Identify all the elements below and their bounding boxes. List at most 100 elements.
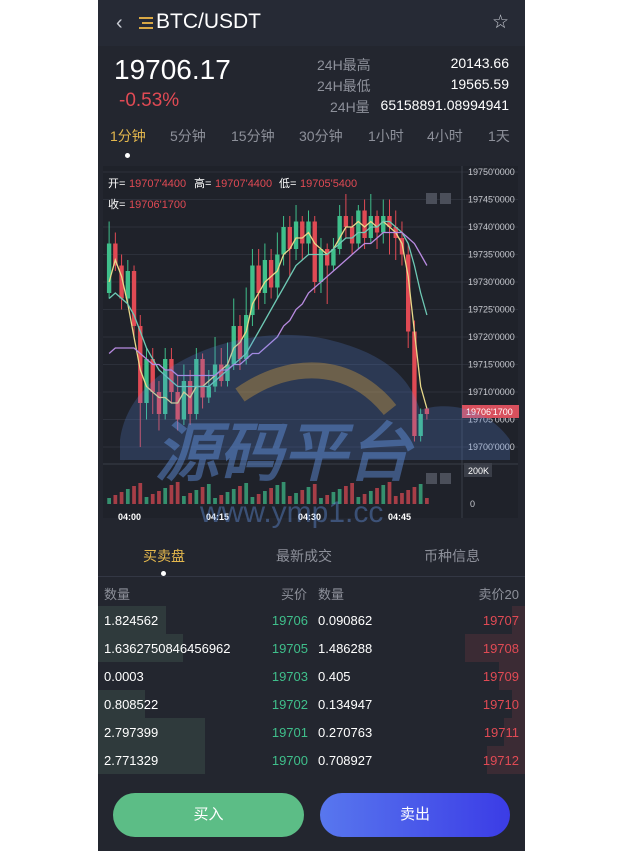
volume-bar xyxy=(138,483,143,504)
bid-qty: 2.771329 xyxy=(104,753,159,768)
menu-icon[interactable] xyxy=(139,17,153,29)
volume-bar xyxy=(219,495,224,504)
tab-5min[interactable]: 5分钟 xyxy=(170,126,206,146)
tab-1hour[interactable]: 1小时 xyxy=(368,126,404,146)
volume-bar xyxy=(175,482,180,504)
volume-bar xyxy=(182,496,186,504)
tab-coin-info[interactable]: 币种信息 xyxy=(424,546,480,566)
high-label: 24H最高 xyxy=(317,57,371,73)
volume-bar xyxy=(306,487,311,504)
tab-latest-trades[interactable]: 最新成交 xyxy=(276,546,332,566)
volume-bar xyxy=(169,485,174,504)
candle-body xyxy=(362,210,367,238)
active-tab-dot xyxy=(125,153,130,158)
candle-body xyxy=(262,260,268,293)
chart-settings-icon[interactable] xyxy=(426,193,437,204)
ask-qty: 0.708927 xyxy=(318,753,373,768)
bid-price: 19703 xyxy=(271,669,308,684)
bid-qty: 1.824562 xyxy=(104,613,159,628)
candle-body xyxy=(331,249,336,266)
volume-bar xyxy=(375,488,379,504)
orderbook-row[interactable]: 1.6362750846456962 19705 1.486288 19708 xyxy=(98,634,525,662)
bid-price: 19700 xyxy=(271,753,308,768)
low-label: 24H最低 xyxy=(317,78,371,94)
legend-close-value: 19706'1700 xyxy=(129,199,186,211)
indicator-settings-icon[interactable] xyxy=(426,473,437,484)
orderbook-row[interactable]: 1.824562 19706 0.090862 19707 xyxy=(98,606,525,634)
orderbook-row[interactable]: 0.0003 19703 0.405 19709 xyxy=(98,662,525,690)
volume-bar xyxy=(331,492,336,504)
volume-bar xyxy=(194,490,199,504)
y-tick-label: 19740'0000 xyxy=(468,222,515,232)
ask-qty: 0.405 xyxy=(318,669,351,684)
orderbook-divider xyxy=(98,576,525,577)
candle-body xyxy=(349,227,355,244)
legend-open-value: 19707'4400 xyxy=(129,178,186,190)
volume-bar xyxy=(281,482,286,504)
volume-bar xyxy=(213,498,217,504)
chevron-left-icon[interactable]: ‹ xyxy=(116,13,123,33)
candle-body xyxy=(206,386,211,398)
bid-price: 19702 xyxy=(271,697,308,712)
volume-bar xyxy=(350,483,354,504)
pair-title: BTC/USDT xyxy=(156,10,261,33)
ask-qty: 1.486288 xyxy=(318,641,373,656)
tab-orderbook[interactable]: 买卖盘 xyxy=(143,546,185,566)
candle-body xyxy=(163,359,168,414)
tab-1day[interactable]: 1天 xyxy=(488,126,510,146)
y-tick-label: 19750'0000 xyxy=(468,167,515,177)
ask-price: 19709 xyxy=(482,669,519,684)
ask-price: 19708 xyxy=(482,641,519,656)
volume-bar xyxy=(231,489,236,504)
ask-price: 19710 xyxy=(482,697,519,712)
ask-price: 19707 xyxy=(482,613,519,628)
tab-15min[interactable]: 15分钟 xyxy=(231,126,275,146)
orderbook-row[interactable]: 2.797399 19701 0.270763 19711 xyxy=(98,718,525,746)
high-value: 20143.66 xyxy=(450,55,509,71)
legend-open-label: 开= xyxy=(108,178,125,190)
sell-button[interactable]: 卖出 xyxy=(320,793,510,837)
orderbook-row[interactable]: 0.808522 19702 0.134947 19710 xyxy=(98,690,525,718)
volume-bar xyxy=(119,492,124,504)
price-tag: 19706'1700 xyxy=(462,405,519,418)
legend-low-value: 19705'5400 xyxy=(300,178,357,190)
x-tick-label: 04:30 xyxy=(298,512,321,522)
tab-1min[interactable]: 1分钟 xyxy=(110,126,146,146)
candle-body xyxy=(343,216,349,227)
star-icon[interactable]: ☆ xyxy=(492,11,509,34)
candle-body xyxy=(356,210,361,244)
x-tick-label: 04:15 xyxy=(206,512,229,522)
ask-qty: 0.134947 xyxy=(318,697,373,712)
price-tag-text: 19706'1700 xyxy=(466,407,513,417)
volume-bar xyxy=(163,488,168,504)
x-tick-label: 04:00 xyxy=(118,512,141,522)
ask-qty-header: 数量 xyxy=(318,587,345,602)
bid-price-header: 买价 xyxy=(281,587,308,602)
tab-4hour[interactable]: 4小时 xyxy=(427,126,463,146)
volume-bar xyxy=(425,498,429,504)
buy-button[interactable]: 买入 xyxy=(113,793,304,837)
indicator-toggle-icon[interactable] xyxy=(440,473,451,484)
phone-screen: ‹ BTC/USDT ☆ 19706.17 -0.53% 24H最高 20143… xyxy=(98,0,525,851)
volume-bar xyxy=(150,494,155,504)
ask-qty: 0.090862 xyxy=(318,613,373,628)
candle-body xyxy=(325,249,330,266)
orderbook-row[interactable]: 2.771329 19700 0.708927 19712 xyxy=(98,746,525,774)
ask-qty: 0.270763 xyxy=(318,725,373,740)
x-tick-label: 04:45 xyxy=(388,512,411,522)
bid-price: 19705 xyxy=(271,641,308,656)
volume-bar xyxy=(294,493,298,504)
chart-fullscreen-icon[interactable] xyxy=(440,193,451,204)
volume-bar xyxy=(107,498,111,504)
chart-background xyxy=(103,166,518,518)
y-tick-label: 19720'0000 xyxy=(468,332,515,342)
volume-zero-text: 0 xyxy=(470,499,475,509)
volume-bar xyxy=(250,497,255,504)
volume-bar xyxy=(381,485,386,504)
bid-price: 19706 xyxy=(271,613,308,628)
legend-high-label: 高= xyxy=(194,176,211,190)
tab-30min[interactable]: 30分钟 xyxy=(299,126,343,146)
volume-bar xyxy=(319,498,323,504)
bid-qty: 1.6362750846456962 xyxy=(104,641,231,656)
kline-chart[interactable]: 19750'0000 19745'0000 19740'0000 19735'0000… xyxy=(98,164,525,524)
